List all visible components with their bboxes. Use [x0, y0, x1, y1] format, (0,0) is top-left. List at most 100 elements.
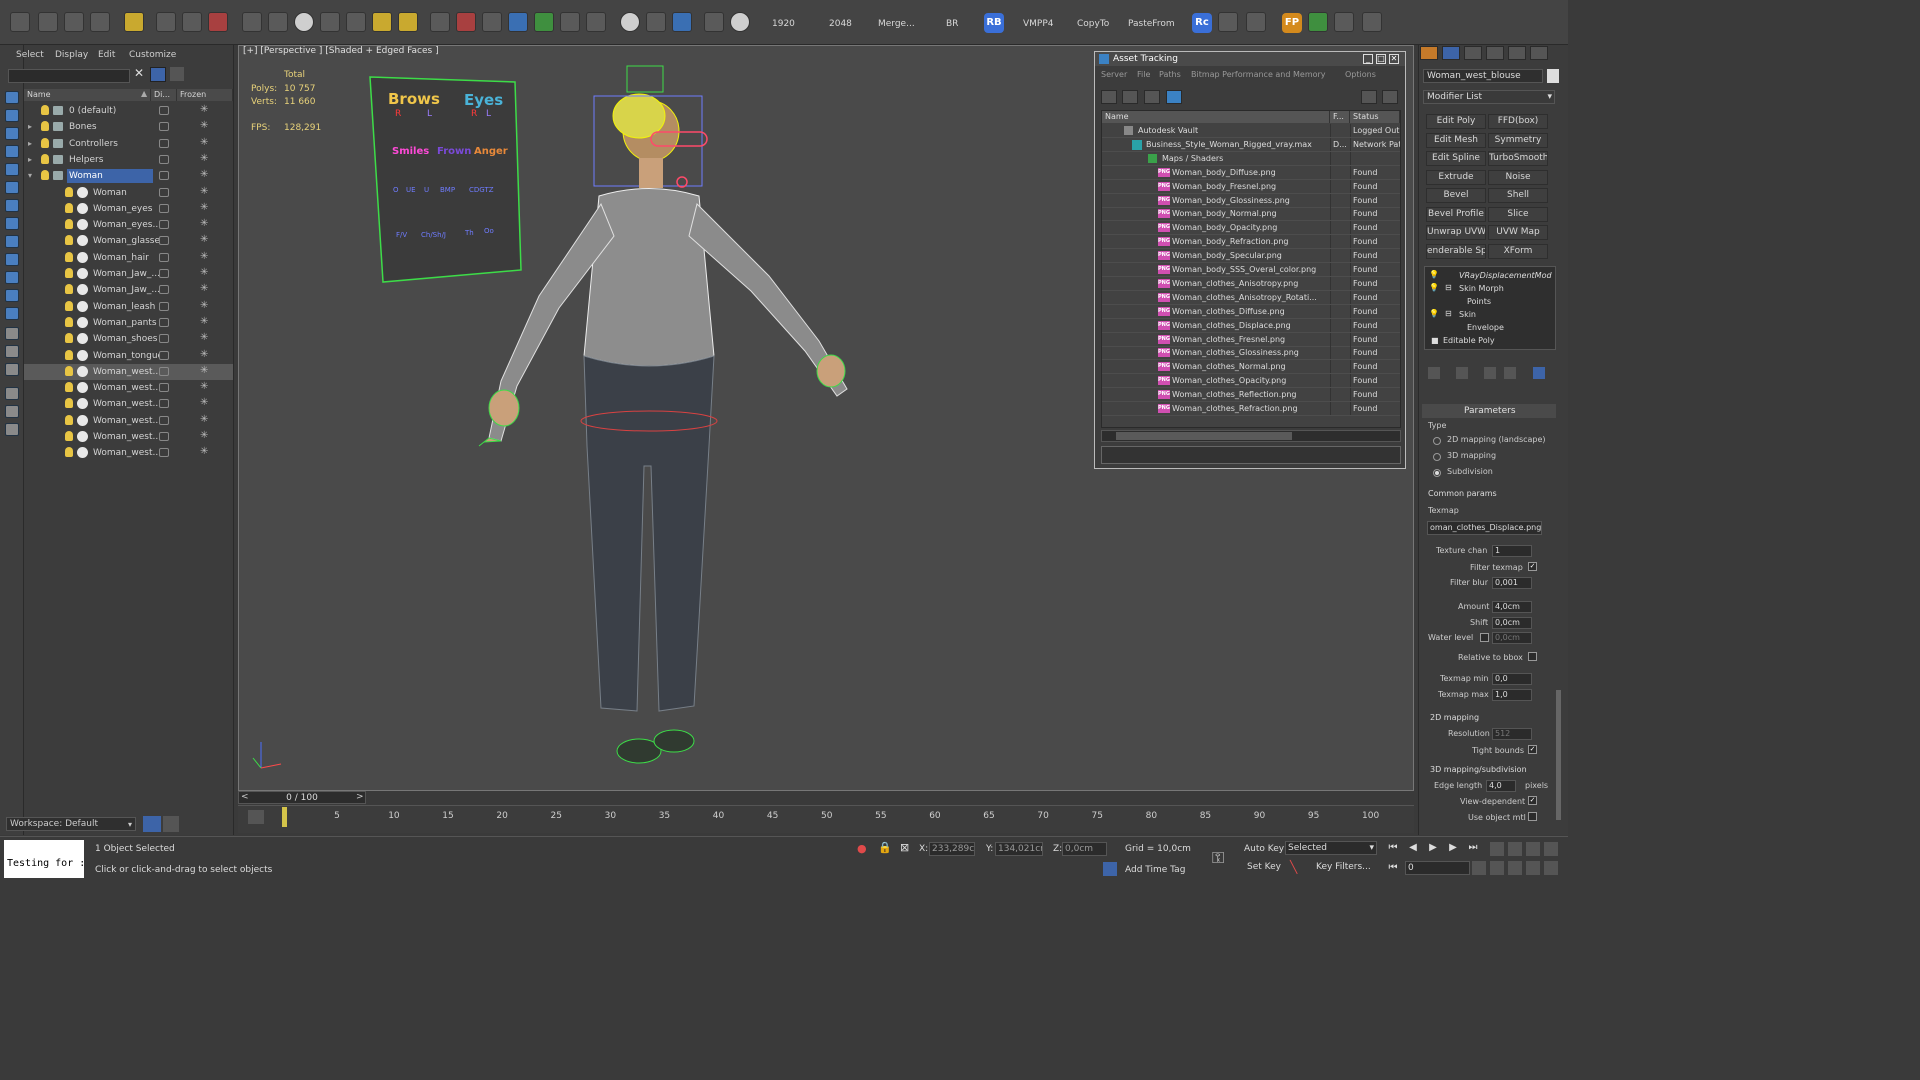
stack-item-skin-morph[interactable]: Skin Morph [1459, 284, 1504, 293]
go-to-end-icon[interactable]: ⏭ [1466, 842, 1480, 854]
light-bulb-icon[interactable] [65, 447, 73, 458]
mini-curve-editor-icon[interactable] [248, 810, 264, 824]
modifier-button[interactable]: enderable Splin [1426, 243, 1486, 259]
mesh-icon[interactable] [430, 12, 450, 32]
hierarchy-tab-icon[interactable] [1464, 46, 1482, 60]
z-coordinate-input[interactable]: 0,0cm [1062, 842, 1107, 856]
filter-toggle-icon[interactable] [150, 67, 166, 82]
sphere-light-icon[interactable] [398, 12, 418, 32]
light-bulb-icon[interactable] [65, 251, 73, 262]
light-bulb-icon[interactable] [65, 300, 73, 311]
tree-row[interactable]: Woman_west... ✳ [24, 445, 233, 461]
display-toggle-icon[interactable] [159, 334, 169, 344]
zoom-icon[interactable] [1490, 842, 1504, 856]
display-helpers-icon[interactable] [5, 199, 19, 212]
freeze-toggle-icon[interactable]: ✳ [200, 414, 208, 425]
expand-icon[interactable]: ⊟ [1445, 309, 1452, 318]
column-name[interactable]: Name [24, 89, 151, 101]
preset-2048-button[interactable]: 2048 [829, 19, 852, 29]
configure-sets-icon[interactable] [1533, 367, 1545, 379]
display-toggle-icon[interactable] [159, 154, 169, 164]
modifier-button[interactable]: Unwrap UVW [1426, 225, 1486, 240]
asset-row[interactable]: Business_Style_Woman_Rigged_vray.max D...… [1102, 137, 1400, 152]
modifier-button[interactable]: Bevel Profile [1426, 206, 1486, 222]
camera-icon[interactable] [672, 12, 692, 32]
stack-item-skin[interactable]: Skin [1459, 310, 1476, 319]
command-panel-scrollbar[interactable] [1556, 690, 1561, 820]
plane-icon[interactable] [242, 12, 262, 32]
texmap-max-input[interactable]: 1,0 [1492, 689, 1532, 701]
modify-tab-icon[interactable] [1442, 46, 1460, 60]
remove-modifier-icon[interactable] [1504, 367, 1516, 379]
freeze-toggle-icon[interactable]: ✳ [200, 300, 208, 311]
auto-key-button[interactable]: Auto Key [1244, 844, 1284, 854]
light-bulb-icon[interactable] [65, 202, 73, 213]
asset-row[interactable]: PNG Woman_body_Specular.png Found [1102, 249, 1400, 264]
tree-row[interactable]: ▸ Helpers ✳ [24, 152, 233, 168]
x-coordinate-input[interactable]: 233,289cm [929, 842, 975, 856]
find-icon[interactable] [5, 405, 19, 418]
bulb-icon[interactable]: 💡 [1429, 270, 1439, 279]
y-coordinate-input[interactable]: 134,021cm [995, 842, 1043, 856]
modifier-button[interactable]: Edit Poly [1426, 114, 1486, 129]
cone-light-icon[interactable] [346, 12, 366, 32]
list-view-icon[interactable] [1122, 90, 1138, 104]
light-bulb-icon[interactable] [65, 186, 73, 197]
type-radio[interactable] [1433, 437, 1441, 445]
display-toggle-icon[interactable] [159, 171, 169, 181]
help-icon[interactable] [1361, 90, 1377, 104]
grass-icon[interactable] [534, 12, 554, 32]
expander-icon[interactable]: ▸ [28, 122, 32, 131]
filter-icon[interactable] [5, 387, 19, 400]
clear-search-icon[interactable]: ✕ [134, 66, 144, 80]
lock-icon[interactable]: 🔒 [878, 841, 892, 854]
freeze-toggle-icon[interactable]: ✳ [200, 251, 208, 262]
workspace-selector[interactable]: Workspace: Default ▾ [6, 817, 136, 831]
zoom-all-icon[interactable] [1508, 842, 1522, 856]
expander-icon[interactable]: ▸ [28, 139, 32, 148]
physics-icon[interactable] [208, 12, 228, 32]
freeze-toggle-icon[interactable]: ✳ [200, 430, 208, 441]
tree-row[interactable]: Woman_eyes... ✳ [24, 217, 233, 233]
object-name-field[interactable]: Woman_west_blouse [1423, 69, 1543, 83]
material-icon[interactable] [456, 12, 476, 32]
display-toggle-icon[interactable] [159, 350, 169, 360]
add-time-tag-button[interactable]: Add Time Tag [1125, 865, 1185, 875]
display-toggle-icon[interactable] [159, 122, 169, 132]
explorer-layer-icon[interactable] [143, 816, 161, 832]
asset-column-name[interactable]: Name [1102, 111, 1330, 123]
display-lights-icon[interactable] [5, 163, 19, 176]
texmap-min-input[interactable]: 0,0 [1492, 673, 1532, 685]
display-toggle-icon[interactable] [159, 203, 169, 213]
asset-row[interactable]: PNG Woman_body_Fresnel.png Found [1102, 179, 1400, 194]
asset-row[interactable]: PNG Woman_clothes_Fresnel.png Found [1102, 332, 1400, 347]
key-mode-dropdown[interactable]: Selected ▾ [1285, 841, 1377, 855]
modifier-list-dropdown[interactable]: Modifier List ▾ [1423, 90, 1555, 104]
filter-texmap-checkbox[interactable]: ✓ [1528, 562, 1537, 571]
display-xrefs-icon[interactable] [5, 253, 19, 266]
asset-column-f[interactable]: F... [1330, 111, 1350, 123]
asset-menu-paths[interactable]: Paths [1159, 70, 1181, 79]
modifier-button[interactable]: Noise [1488, 169, 1548, 185]
maximize-viewport-icon[interactable] [1544, 861, 1558, 875]
make-unique-icon[interactable] [1484, 367, 1496, 379]
freeze-toggle-icon[interactable]: ✳ [200, 120, 208, 131]
maximize-icon[interactable]: □ [1376, 54, 1386, 64]
asset-row[interactable]: PNG Woman_clothes_Displace.png Found [1102, 318, 1400, 333]
isolate-icon[interactable]: ● [857, 842, 867, 855]
sphere-icon[interactable] [294, 12, 314, 32]
freeze-toggle-icon[interactable]: ✳ [200, 104, 208, 115]
display-bones-icon[interactable] [5, 271, 19, 284]
expand-icon[interactable]: ⊟ [1445, 283, 1452, 292]
asset-row[interactable]: Maps / Shaders [1102, 151, 1400, 166]
create-tab-icon[interactable] [1420, 46, 1438, 60]
bulb-icon[interactable]: 💡 [1429, 309, 1439, 318]
display-toggle-icon[interactable] [159, 432, 169, 441]
asset-row[interactable]: PNG Woman_clothes_Refraction.png Found [1102, 402, 1400, 416]
explorer-hierarchy-icon[interactable] [163, 816, 179, 832]
show-end-result-icon[interactable] [1456, 367, 1468, 379]
wire-icon[interactable] [482, 12, 502, 32]
view-dependent-checkbox[interactable]: ✓ [1528, 796, 1537, 805]
minimize-icon[interactable]: _ [1363, 54, 1373, 64]
light-bulb-icon[interactable] [65, 349, 73, 360]
